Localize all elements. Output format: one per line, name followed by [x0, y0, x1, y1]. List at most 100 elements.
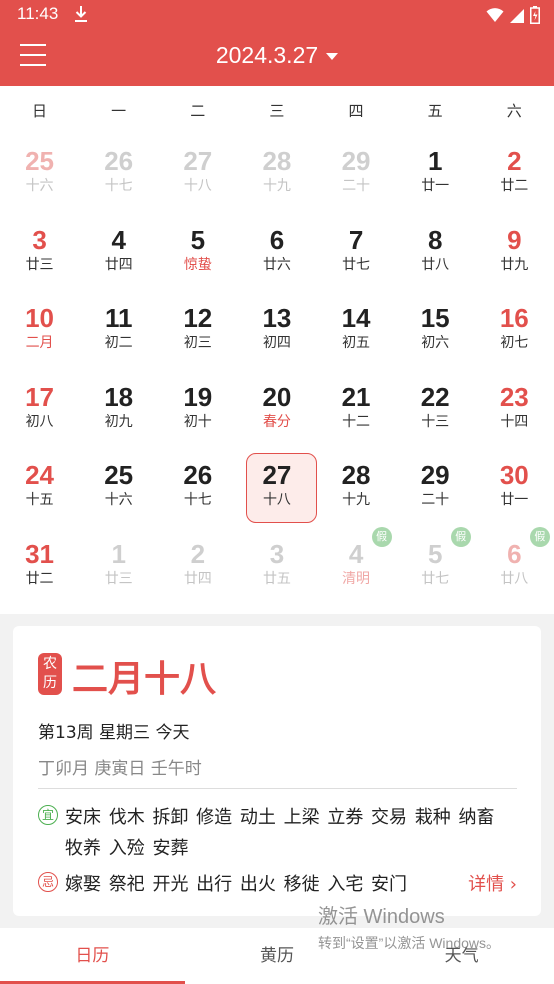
day-cell-selected[interactable]: 27 十八 — [237, 448, 318, 527]
day-cell[interactable]: 8 廿八 — [396, 213, 475, 292]
day-cell[interactable]: 28 十九 — [317, 448, 396, 527]
day-cell[interactable]: 5 廿七假 — [396, 526, 475, 606]
day-cell[interactable]: 19 初十 — [158, 370, 237, 449]
weekday-label: 三 — [269, 101, 285, 120]
lunar-day: 廿七 — [342, 256, 371, 273]
day-grid: 25 十六 26 十七 27 十八 28 十九 29 二十 1 廿一 2 廿二 3 廿三 4 廿四 5 惊蛰 6 廿六 7 廿… — [0, 134, 554, 606]
day-number: 3 — [269, 538, 285, 569]
day-cell[interactable]: 6 廿八假 — [475, 526, 554, 606]
auspicious-row: 宜 安床 伐木 拆卸 修造 动土 上梁 立券 交易 栽种 纳畜 牧养 入殓 安葬 — [38, 802, 517, 864]
lunar-day: 十七 — [183, 492, 212, 509]
lunar-day: 廿三 — [25, 256, 54, 273]
day-cell[interactable]: 20 春分 — [237, 370, 316, 449]
day-number: 29 — [420, 460, 450, 491]
day-number: 17 — [25, 381, 55, 412]
day-cell[interactable]: 11 初二 — [79, 291, 158, 370]
lunar-day: 十八 — [262, 492, 291, 509]
auspicious-badge: 宜 — [38, 805, 58, 825]
day-cell[interactable]: 16 初七 — [475, 291, 554, 370]
day-number: 4 — [111, 224, 126, 255]
download-icon — [74, 5, 88, 27]
day-cell[interactable]: 28 十九 — [237, 134, 316, 213]
lunar-day: 十三 — [421, 413, 450, 430]
day-cell[interactable]: 17 初八 — [0, 370, 79, 449]
day-cell[interactable]: 27 十八 — [158, 134, 237, 213]
lunar-calendar-badge: 农 历 — [38, 653, 62, 695]
day-number: 29 — [341, 146, 371, 176]
day-cell[interactable]: 18 初九 — [79, 370, 158, 449]
calendar: 日 一 二 三 四 五 六 25 十六 26 十七 27 十八 28 十九 29 二十 1 廿一 2 廿二… — [0, 86, 554, 614]
day-number: 10 — [25, 303, 55, 334]
status-icons — [486, 6, 540, 28]
lunar-day: 十六 — [25, 178, 54, 194]
day-cell[interactable]: 30 廿一 — [475, 448, 554, 527]
day-cell[interactable]: 31 廿二 — [0, 527, 79, 606]
lunar-day: 廿四 — [183, 570, 212, 587]
lunar-day: 十九 — [262, 178, 291, 194]
day-cell[interactable]: 29 二十 — [396, 448, 475, 527]
day-cell[interactable]: 1 廿一 — [396, 134, 475, 213]
details-link[interactable]: 详情 › — [468, 869, 517, 900]
day-cell[interactable]: 4 廿四 — [79, 213, 158, 292]
lunar-day: 初七 — [500, 335, 529, 352]
day-cell[interactable]: 7 廿七 — [317, 213, 396, 292]
day-cell[interactable]: 2 廿二 — [475, 134, 554, 213]
day-cell[interactable]: 29 二十 — [317, 134, 396, 213]
lunar-day: 十九 — [342, 492, 371, 509]
day-cell[interactable]: 26 十七 — [79, 134, 158, 213]
lunar-day: 廿七 — [421, 570, 450, 587]
day-cell[interactable]: 9 廿九 — [475, 213, 554, 292]
day-number: 13 — [262, 303, 292, 334]
day-cell[interactable]: 13 初四 — [237, 291, 316, 370]
lunar-date: 二月十八 — [72, 659, 217, 700]
lunar-day: 廿五 — [262, 570, 291, 587]
day-info-card: 农 历 二月十八 第13周 星期三 今天 丁卯月 庚寅日 壬午时 宜 安床 伐木… — [13, 626, 541, 916]
day-cell[interactable]: 15 初六 — [396, 291, 475, 370]
day-number: 19 — [183, 381, 213, 412]
day-cell[interactable]: 14 初五 — [317, 291, 396, 370]
day-cell[interactable]: 5 惊蛰 — [158, 213, 237, 292]
day-cell[interactable]: 22 十三 — [396, 370, 475, 449]
lunar-day: 廿八 — [500, 570, 529, 587]
lunar-day: 初十 — [183, 413, 212, 430]
day-cell[interactable]: 25 十六 — [0, 134, 79, 213]
wifi-icon — [486, 7, 504, 27]
day-cell[interactable]: 3 廿三 — [0, 213, 79, 292]
day-cell[interactable]: 6 廿六 — [237, 213, 316, 292]
day-cell[interactable]: 21 十二 — [317, 370, 396, 449]
day-cell[interactable]: 24 十五 — [0, 448, 79, 527]
week-info: 第13周 星期三 今天 — [38, 723, 190, 743]
lunar-day: 十二 — [342, 413, 371, 430]
weekday-label: 一 — [111, 101, 127, 120]
day-cell[interactable]: 1 廿三 — [79, 527, 158, 606]
weekday-label: 五 — [427, 101, 443, 120]
divider — [38, 788, 517, 789]
caret-down-icon — [326, 53, 339, 60]
day-cell[interactable]: 3 廿五 — [237, 527, 316, 606]
tab-almanac[interactable]: 黄历 — [185, 928, 370, 984]
day-cell[interactable]: 25 十六 — [79, 448, 158, 527]
holiday-badge: 假 — [450, 526, 471, 547]
day-cell[interactable]: 10 二月 — [0, 291, 79, 370]
day-number: 1 — [427, 146, 443, 176]
day-cell[interactable]: 23 十四 — [475, 370, 554, 449]
lunar-day: 廿二 — [25, 570, 54, 587]
day-cell[interactable]: 12 初三 — [158, 291, 237, 370]
tab-calendar[interactable]: 日历 — [0, 928, 185, 984]
inauspicious-badge: 忌 — [38, 872, 58, 892]
battery-icon — [530, 6, 540, 28]
lunar-day: 初二 — [104, 335, 133, 352]
weekday-label: 二 — [190, 101, 206, 120]
day-number: 27 — [183, 146, 213, 176]
day-cell[interactable]: 2 廿四 — [158, 527, 237, 606]
day-cell[interactable]: 4 清明假 — [317, 526, 396, 606]
day-number: 18 — [104, 381, 134, 412]
tab-weather[interactable]: 天气 — [369, 928, 554, 984]
day-number: 26 — [104, 146, 134, 176]
day-number: 3 — [32, 224, 47, 255]
weekday-label: 四 — [348, 101, 364, 120]
month-picker[interactable]: 2024.3.27 — [0, 42, 554, 69]
day-number: 14 — [341, 303, 371, 334]
day-cell[interactable]: 26 十七 — [158, 448, 237, 527]
weekday-label: 日 — [32, 101, 48, 120]
